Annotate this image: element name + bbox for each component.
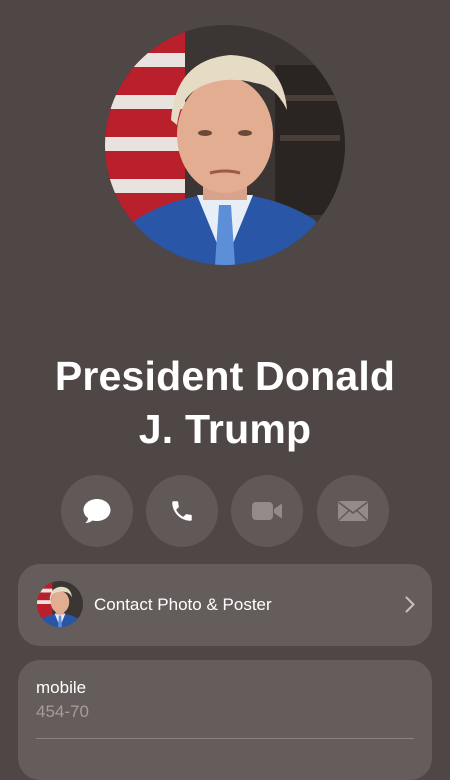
contact-name: President Donald J. Trump — [0, 350, 450, 456]
poster-thumbnail-image — [37, 581, 83, 627]
chevron-right-icon — [405, 596, 415, 613]
contact-photo-poster-label: Contact Photo & Poster — [94, 595, 272, 614]
contact-name-line-2: J. Trump — [138, 406, 312, 452]
contact-photo-image — [105, 25, 345, 265]
phone-number-card[interactable]: mobile 454-70 — [18, 660, 432, 780]
phone-icon — [172, 501, 192, 521]
message-button[interactable] — [61, 475, 133, 547]
divider — [36, 738, 414, 739]
phone-number-value[interactable]: 454-70 — [36, 701, 89, 723]
video-call-button[interactable] — [231, 475, 303, 547]
mail-icon — [338, 501, 368, 521]
poster-thumbnail — [37, 581, 83, 627]
mail-button[interactable] — [317, 475, 389, 547]
quick-actions — [61, 475, 389, 547]
phone-type-label: mobile — [36, 678, 87, 697]
contact-photo[interactable] — [105, 25, 345, 265]
contact-photo-poster-row[interactable]: Contact Photo & Poster — [18, 564, 432, 646]
contact-name-line-1: President Donald — [54, 353, 396, 399]
video-icon — [252, 502, 282, 520]
message-icon — [83, 499, 111, 523]
call-button[interactable] — [146, 475, 218, 547]
